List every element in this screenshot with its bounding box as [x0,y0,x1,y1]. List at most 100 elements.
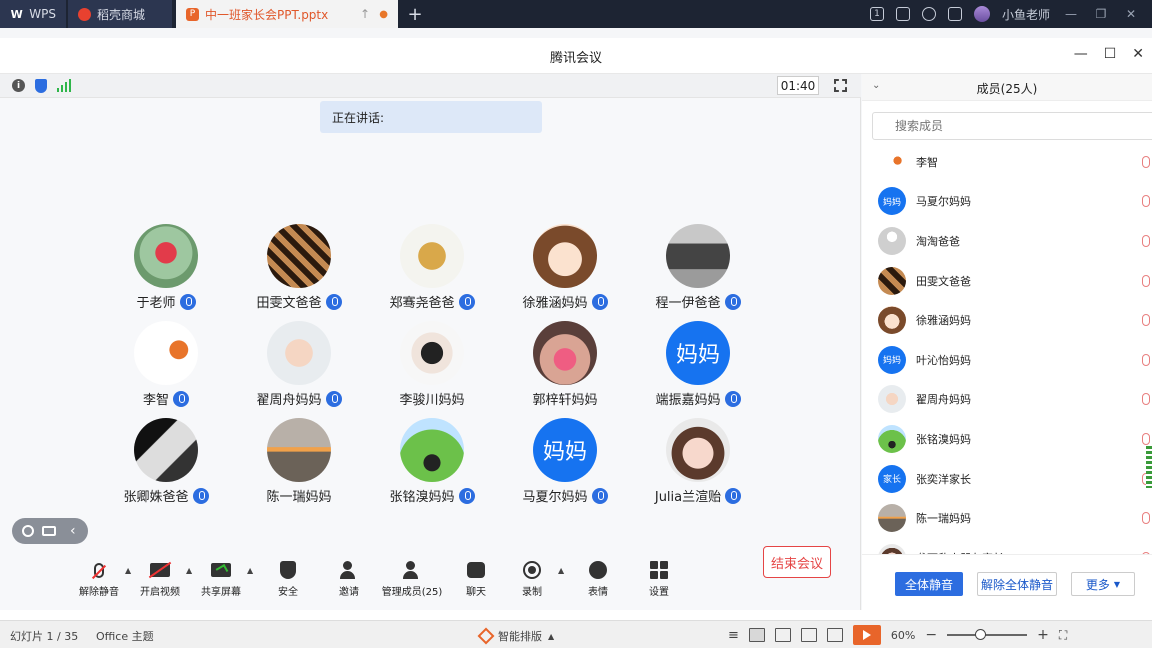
minimize-icon[interactable]: — [1062,7,1080,21]
minimize-icon[interactable]: — [1074,46,1088,62]
security-shield-icon[interactable] [35,79,47,93]
participant-tile[interactable]: 张卿姝爸爸 [100,418,232,510]
emoji-icon[interactable] [22,525,34,537]
window-count-icon[interactable]: 1 [869,7,884,21]
participant-tile[interactable]: 程一伊爸爸 [632,224,764,316]
record-button[interactable]: 录制 [500,552,564,598]
tab-docer-store[interactable]: 稻壳商城 [68,0,172,28]
notes-toggle-icon[interactable]: ≡ [728,628,739,643]
member-row[interactable]: 张铭溴妈妈 [862,419,1152,459]
play-slideshow-button[interactable] [852,625,881,645]
shield-button[interactable]: 安全 [256,560,320,598]
avatar [134,418,198,482]
zoom-thumb[interactable] [975,629,987,640]
participant-name-row: Julia兰渲贻 [632,486,764,505]
member-row[interactable]: 龚可欣小朋友家长 [862,538,1152,554]
caret-up-icon[interactable]: ▲ [558,566,564,575]
layout-icon[interactable] [895,7,910,21]
theme-name[interactable]: Office 主题 [96,628,154,644]
shirt-icon[interactable] [947,7,962,21]
smart-layout-button[interactable]: 智能排版 ▲ [477,627,554,645]
participant-name: 郭梓轩妈妈 [532,393,598,408]
end-meeting-button[interactable]: 结束会议 [763,546,831,578]
mic-muted-icon[interactable] [1142,234,1150,247]
upload-icon[interactable]: ↑ [360,7,370,21]
normal-view-icon[interactable] [748,628,765,642]
mic-muted-icon[interactable] [1142,155,1150,168]
members-actions: 全体静音 解除全体静音 更多 ▼ [862,554,1152,610]
participant-tile[interactable]: 翟周舟妈妈 [233,321,365,413]
reading-view-icon[interactable] [800,628,817,642]
participant-tile[interactable]: 妈妈 端振嘉妈妈 [632,321,764,413]
participant-tile[interactable]: 张铭溴妈妈 [366,418,498,510]
member-row[interactable]: 李智 [862,142,1152,182]
fit-window-icon[interactable]: ⛶ [1059,628,1067,643]
user-avatar[interactable] [973,6,990,22]
mic-muted-icon[interactable] [1142,274,1150,287]
member-row[interactable]: 淘淘爸爸 [862,221,1152,261]
participant-tile[interactable]: 陈一瑞妈妈 [233,418,365,510]
mic-muted-icon[interactable] [1142,314,1150,327]
mic-on-icon [179,293,196,310]
unsaved-dot-icon[interactable]: ● [379,9,388,20]
close-icon[interactable]: ✕ [1132,46,1144,62]
skin-icon[interactable] [921,7,936,21]
maximize-icon[interactable]: ☐ [1104,46,1117,62]
members-button[interactable]: 管理成员(25) [380,560,444,598]
participant-tile[interactable]: 田雯文爸爸 [233,224,365,316]
member-row[interactable]: 翟周舟妈妈 [862,380,1152,420]
member-row[interactable]: 家长 张奕洋家长 [862,459,1152,499]
mic-muted-icon[interactable] [1142,393,1150,406]
participant-tile[interactable]: Julia兰渲贻 [632,418,764,510]
restore-icon[interactable]: ❐ [1092,7,1110,21]
info-icon[interactable]: i [12,79,25,92]
notes-view-icon[interactable] [826,628,843,642]
more-button[interactable]: 更多 ▼ [1071,572,1135,596]
mute-all-button[interactable]: 全体静音 [895,572,963,596]
camera-off-button[interactable]: 开启视频 [128,560,192,598]
tab-ppt-document[interactable]: P 中一班家长会PPT.pptx ↑ ● [176,0,398,28]
mic-on-icon [591,487,608,504]
new-badge [536,552,542,556]
member-row[interactable]: 陈一瑞妈妈 [862,498,1152,538]
member-row[interactable]: 妈妈 叶沁怡妈妈 [862,340,1152,380]
mic-off-button[interactable]: 解除静音 [67,560,131,598]
participant-tile[interactable]: 徐雅涵妈妈 [499,224,631,316]
member-row[interactable]: 田雯文爸爸 [862,261,1152,301]
mic-muted-icon[interactable] [1142,512,1150,525]
participant-tile[interactable]: 李骏川妈妈 [366,321,498,413]
collapse-chevron-icon[interactable]: ‹ [70,523,76,539]
mic-muted-icon[interactable] [1142,353,1150,366]
share-screen-button[interactable]: 共享屏幕 [189,560,253,598]
unmute-all-button[interactable]: 解除全体静音 [977,572,1057,596]
chat-bubble-icon[interactable] [42,526,56,536]
user-name[interactable]: 小鱼老师 [1002,6,1050,23]
zoom-slider[interactable] [947,629,1028,640]
member-row[interactable]: 妈妈 马夏尔妈妈 [862,182,1152,222]
tab-wps[interactable]: W WPS [0,0,66,28]
mic-muted-icon[interactable] [1142,432,1150,445]
participant-tile[interactable]: 郭梓轩妈妈 [499,321,631,413]
zoom-in-icon[interactable]: + [1037,627,1049,643]
participant-tile[interactable]: 李智 [100,321,232,413]
close-icon[interactable]: ✕ [1122,7,1140,21]
zoom-level[interactable]: 60% [891,629,915,642]
participant-tile[interactable]: 于老师 [100,224,232,316]
chat-button[interactable]: 聊天 [444,560,508,598]
invite-button[interactable]: 邀请 [317,560,381,598]
fullscreen-icon[interactable] [834,79,847,92]
settings-button[interactable]: 设置 [627,560,691,598]
member-search-input[interactable] [872,112,1152,140]
new-tab-button[interactable]: + [398,0,432,28]
zoom-out-icon[interactable]: − [925,627,937,643]
participant-tile[interactable]: 郑骞尧爸爸 [366,224,498,316]
signal-strength-icon[interactable] [57,79,71,92]
caret-up-icon[interactable]: ▲ [247,566,253,575]
participant-tile[interactable]: 妈妈 马夏尔妈妈 [499,418,631,510]
smart-layout-label: 智能排版 [498,630,542,643]
emoji-button[interactable]: 表情 [566,560,630,598]
member-row[interactable]: 徐雅涵妈妈 [862,300,1152,340]
slide-sorter-icon[interactable] [774,628,791,642]
floating-chat-bar[interactable]: ‹ [12,518,88,544]
mic-muted-icon[interactable] [1142,195,1150,208]
